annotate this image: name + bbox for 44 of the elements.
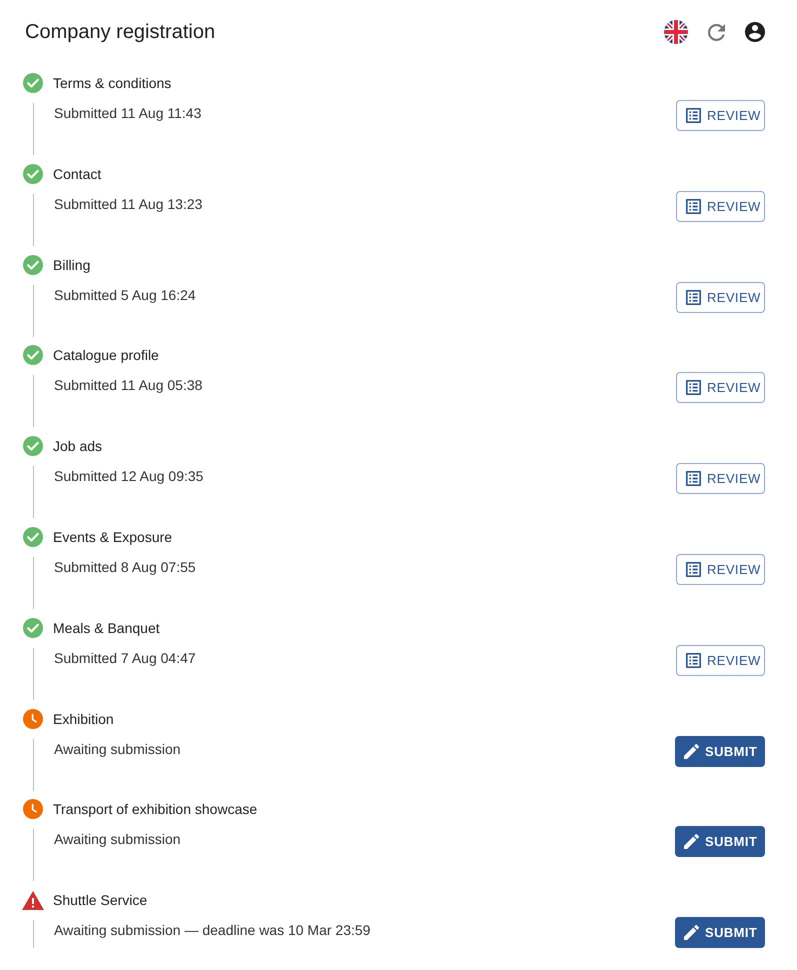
pencil-icon xyxy=(684,834,699,850)
step-status: Submitted 7 Aug 04:47 xyxy=(54,648,196,668)
step-title: Events & Exposure xyxy=(53,528,172,547)
submit-button[interactable]: SUBMIT xyxy=(675,736,765,767)
list-icon xyxy=(686,562,701,577)
review-button[interactable]: REVIEW xyxy=(676,282,765,313)
list-icon xyxy=(686,108,701,123)
list-icon xyxy=(686,290,701,305)
step-status: Awaiting submission xyxy=(54,830,181,850)
review-button[interactable]: REVIEW xyxy=(676,100,765,131)
step-status: Submitted 8 Aug 07:55 xyxy=(54,558,196,577)
list-icon xyxy=(686,198,701,214)
step-title: Exhibition xyxy=(53,710,114,729)
step-title: Shuttle Service xyxy=(53,891,148,910)
review-button[interactable]: REVIEW xyxy=(676,463,765,494)
list-icon xyxy=(686,652,701,668)
step-status: Awaiting submission xyxy=(54,740,181,759)
step-status: Awaiting submission — deadline was 10 Mar 23:59 xyxy=(54,921,370,940)
review-button[interactable]: REVIEW xyxy=(676,190,765,222)
step-status: Submitted 11 Aug 11:43 xyxy=(54,104,202,123)
list-icon xyxy=(686,380,701,396)
step-title: Catalogue profile xyxy=(53,346,159,366)
review-button[interactable]: REVIEW xyxy=(676,554,765,585)
step-title: Contact xyxy=(53,164,102,184)
step-status: Submitted 11 Aug 13:23 xyxy=(54,194,202,214)
step-status: Submitted 5 Aug 16:24 xyxy=(54,286,196,305)
step-title: Billing xyxy=(53,256,90,275)
review-button[interactable]: REVIEW xyxy=(676,644,765,676)
step-title: Job ads xyxy=(53,437,102,456)
step-status: Submitted 12 Aug 09:35 xyxy=(54,467,204,486)
review-button[interactable]: REVIEW xyxy=(676,372,765,404)
page-title: Company registration xyxy=(25,20,216,44)
account-icon[interactable] xyxy=(745,22,765,42)
step-title: Transport of exhibition showcase xyxy=(53,800,258,820)
pencil-icon xyxy=(684,925,699,940)
submit-button[interactable]: SUBMIT xyxy=(675,826,765,858)
step-status: Submitted 11 Aug 05:38 xyxy=(54,376,202,396)
list-icon xyxy=(686,471,701,486)
submit-button[interactable]: SUBMIT xyxy=(675,917,765,948)
pencil-icon xyxy=(684,744,699,759)
step-title: Meals & Banquet xyxy=(53,618,160,638)
step-title: Terms & conditions xyxy=(53,74,172,93)
refresh-icon[interactable] xyxy=(708,24,725,40)
language-flag-icon[interactable] xyxy=(664,20,688,44)
